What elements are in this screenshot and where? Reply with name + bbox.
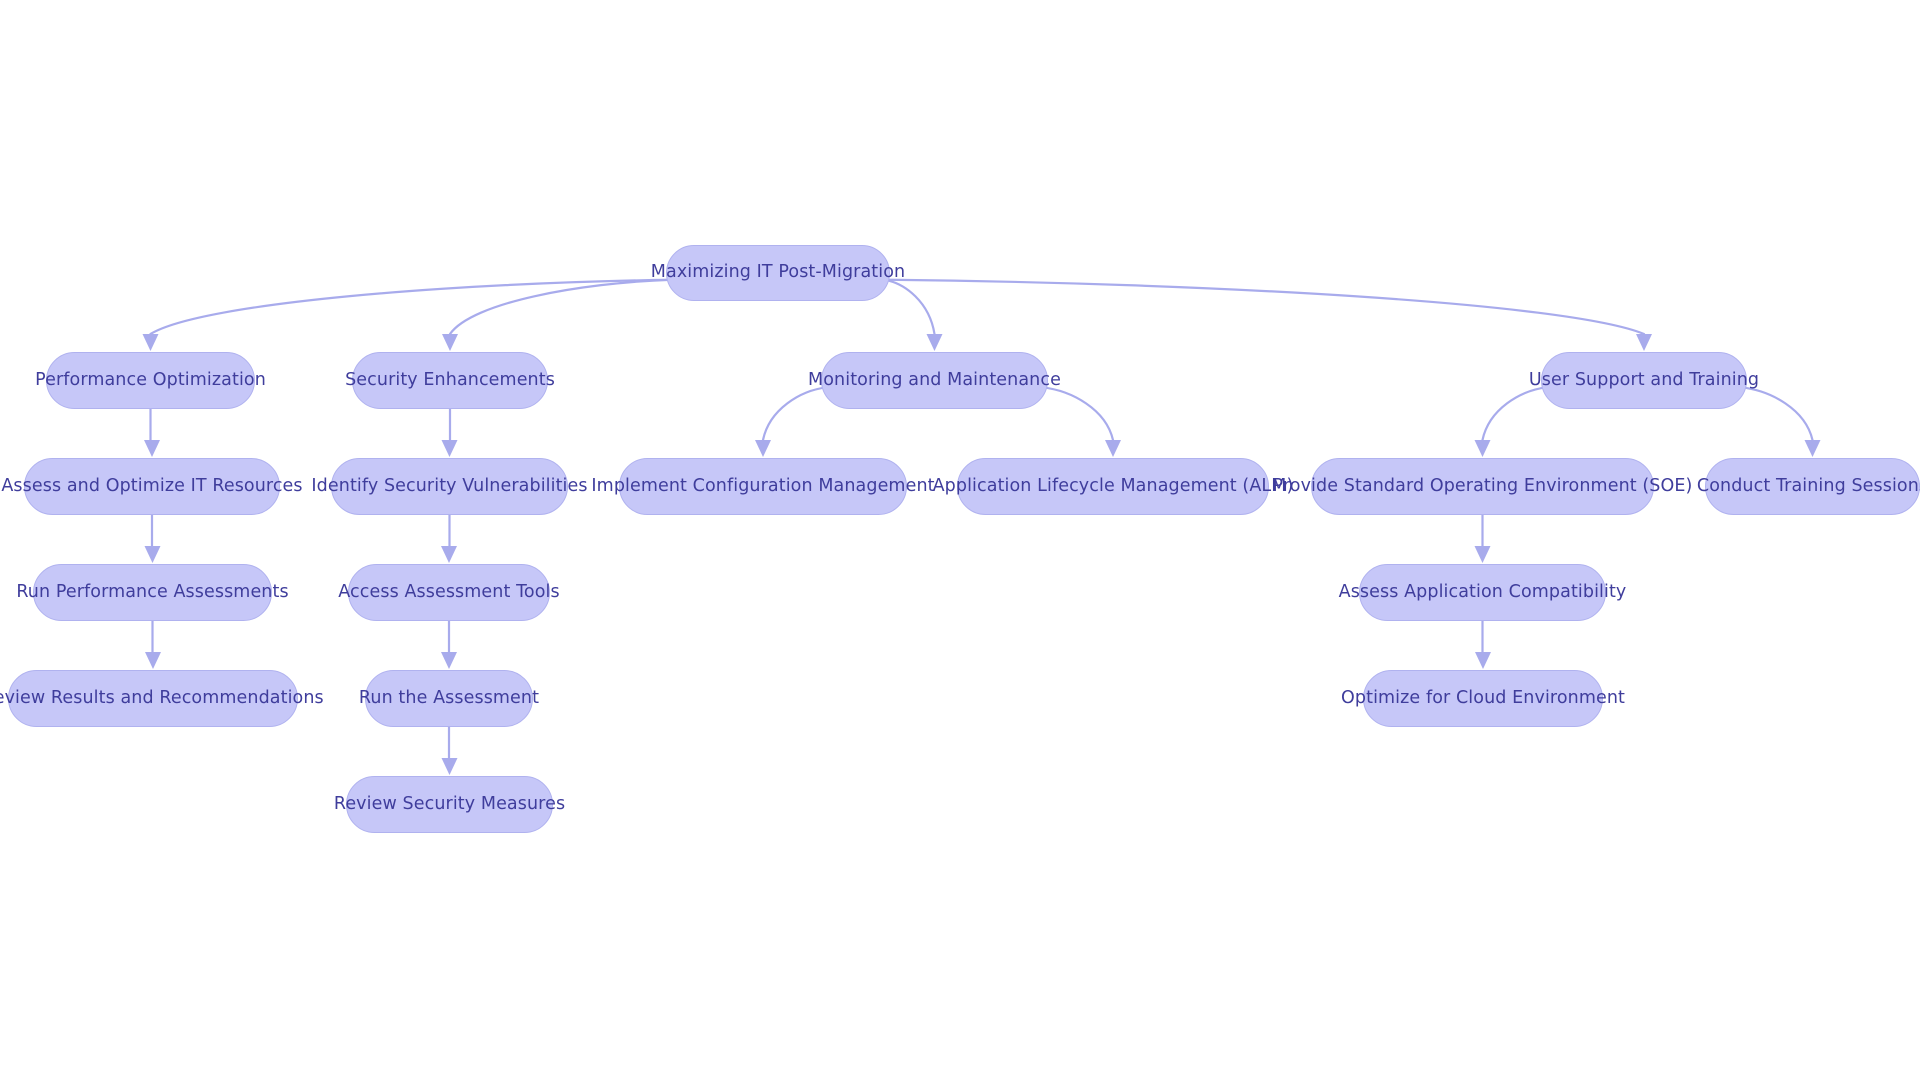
flowchart-node-sec4[interactable]: Review Security Measures — [334, 776, 565, 833]
flowchart-node-perf[interactable]: Performance Optimization — [35, 352, 266, 409]
flowchart-node-sec2[interactable]: Access Assessment Tools — [338, 564, 560, 621]
flowchart-node-sec3[interactable]: Run the Assessment — [359, 670, 539, 727]
flowchart-edge-mon-to-mon1 — [755, 386, 829, 457]
flowchart-node-label: Assess Application Compatibility — [1338, 581, 1627, 602]
flowchart-node-label: Application Lifecycle Management (ALM) — [932, 475, 1294, 496]
flowchart-node-label: Conduct Training Sessions — [1696, 475, 1920, 496]
flowchart-node-label: Identify Security Vulnerabilities — [311, 475, 588, 496]
edge-layer — [142, 278, 1821, 775]
flowchart-node-user[interactable]: User Support and Training — [1529, 352, 1759, 409]
flowchart-node-user2[interactable]: Conduct Training Sessions — [1697, 458, 1920, 515]
flowchart-node-sec1[interactable]: Identify Security Vulnerabilities — [311, 458, 587, 515]
flowchart-edge-sec2-to-sec3 — [441, 619, 457, 669]
flowchart-canvas: Maximizing IT Post-Migration Performance … — [0, 0, 1920, 1080]
flowchart-node-label: Run the Assessment — [358, 687, 540, 708]
flowchart-node-label: Security Enhancements — [345, 369, 555, 390]
flowchart-edge-root-to-perf — [142, 278, 674, 351]
flowchart-edge-sec3-to-sec4 — [441, 725, 458, 775]
flowchart-edge-mon-to-mon2 — [1040, 386, 1121, 457]
flowchart-edge-user3-to-user4 — [1475, 619, 1491, 669]
flowchart-node-label: Access Assessment Tools — [338, 581, 560, 602]
flowchart-edge-root-to-sec — [442, 278, 674, 351]
flowchart-node-mon1[interactable]: Implement Configuration Management — [591, 458, 935, 515]
flowchart-edge-user-to-user2 — [1739, 386, 1821, 457]
flowchart-node-label: Optimize for Cloud Environment — [1341, 687, 1625, 708]
flowchart-edge-perf2-to-perf3 — [145, 619, 161, 669]
flowchart-node-mon[interactable]: Monitoring and Maintenance — [808, 352, 1061, 409]
flowchart-node-label: Provide Standard Operating Environment (… — [1272, 475, 1693, 496]
flowchart-node-user3[interactable]: Assess Application Compatibility — [1339, 564, 1626, 621]
flowchart-node-label: Review Results and Recommendations — [0, 687, 324, 708]
flowchart-node-label: Implement Configuration Management — [591, 475, 935, 496]
flowchart-edge-root-to-user — [882, 278, 1652, 351]
flowchart-node-mon2[interactable]: Application Lifecycle Management (ALM) — [933, 458, 1293, 515]
flowchart-node-label: Monitoring and Maintenance — [808, 369, 1061, 390]
flowchart-node-label: Performance Optimization — [35, 369, 266, 390]
flowchart-node-user4[interactable]: Optimize for Cloud Environment — [1341, 670, 1625, 727]
flowchart-node-perf1[interactable]: Assess and Optimize IT Resources — [1, 458, 303, 515]
flowchart-node-label: Maximizing IT Post-Migration — [650, 262, 906, 283]
flowchart-node-label: Assess and Optimize IT Resources — [1, 475, 303, 496]
flowchart-node-root[interactable]: Maximizing IT Post-Migration — [651, 245, 905, 301]
flowchart-edge-root-to-mon — [882, 278, 943, 351]
flowchart-node-user1[interactable]: Provide Standard Operating Environment (… — [1273, 458, 1692, 515]
flowchart-node-perf3[interactable]: Review Results and Recommendations — [0, 670, 324, 727]
flowchart-edge-user1-to-user3 — [1474, 513, 1491, 563]
flowchart-edge-sec1-to-sec2 — [441, 513, 457, 563]
flowchart-node-sec[interactable]: Security Enhancements — [345, 352, 555, 409]
flowchart-edge-perf1-to-perf2 — [144, 513, 161, 563]
flowchart-node-label: Run Performance Assessments — [16, 581, 289, 602]
flowchart-node-label: Review Security Measures — [333, 793, 566, 814]
flowchart-edge-user-to-user1 — [1474, 386, 1549, 457]
flowchart-node-label: User Support and Training — [1528, 369, 1760, 390]
flowchart-edge-perf-to-perf1 — [144, 407, 160, 457]
flowchart-node-perf2[interactable]: Run Performance Assessments — [16, 564, 289, 621]
flowchart-edge-sec-to-sec1 — [441, 407, 458, 457]
